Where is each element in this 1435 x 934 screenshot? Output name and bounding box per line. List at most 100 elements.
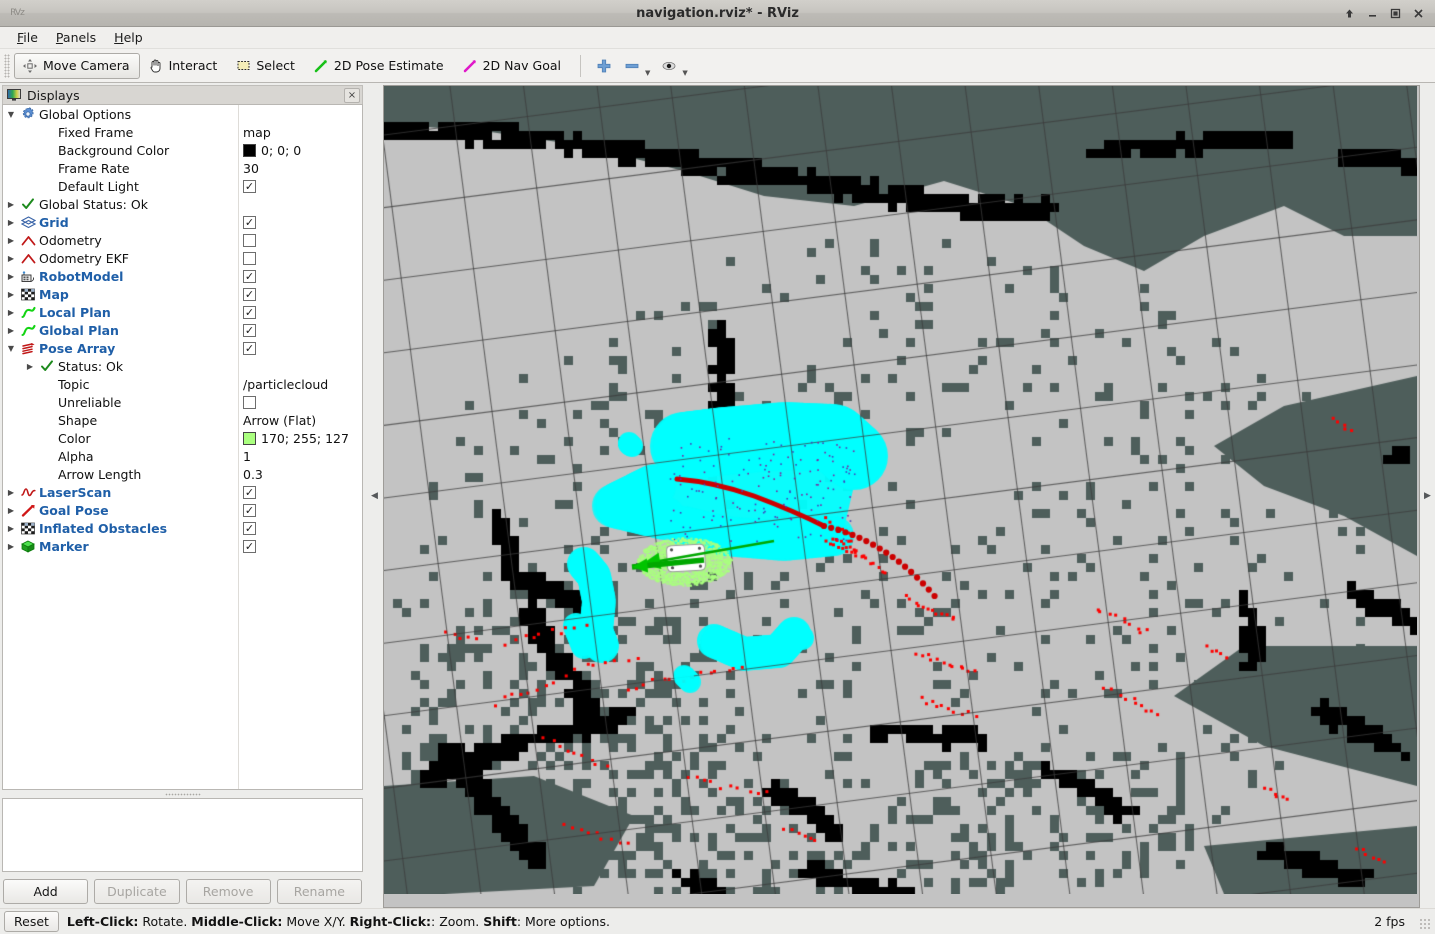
chevron-right-icon[interactable]: ▶	[3, 254, 19, 263]
tree-row-value[interactable]: ✓	[243, 270, 256, 283]
tree-row-value[interactable]: 1	[243, 449, 251, 464]
tool-move-camera[interactable]: Move Camera	[14, 53, 140, 79]
chevron-right-icon[interactable]: ▶	[3, 524, 19, 533]
chevron-right-icon[interactable]: ▶	[3, 488, 19, 497]
tree-row-fixed-frame[interactable]: Fixed Framemap	[3, 123, 362, 141]
color-swatch[interactable]	[243, 144, 256, 157]
color-swatch[interactable]	[243, 432, 256, 445]
tree-row-robotmodel[interactable]: ▶RobotModel✓	[3, 267, 362, 285]
reset-button[interactable]: Reset	[4, 911, 59, 932]
minimize-button[interactable]	[1362, 3, 1383, 23]
tree-row-global-options[interactable]: ▼Global Options	[3, 105, 362, 123]
chevron-right-icon[interactable]: ▶	[3, 236, 19, 245]
tree-row-value[interactable]: 0.3	[243, 467, 263, 482]
tree-row-shape[interactable]: ShapeArrow (Flat)	[3, 411, 362, 429]
visibility-checkbox[interactable]: ✓	[243, 216, 256, 229]
collapse-left-panel-icon[interactable]: ◀	[371, 491, 378, 501]
rename-display-button[interactable]: Rename	[277, 879, 362, 904]
tree-row-value[interactable]: /particlecloud	[243, 377, 328, 392]
remove-tool-button[interactable]: ▼	[618, 53, 655, 79]
tree-row-value[interactable]: ✓	[243, 288, 256, 301]
tree-row-value[interactable]: map	[243, 125, 271, 140]
tool-2d-nav-goal[interactable]: 2D Nav Goal	[454, 53, 571, 79]
chevron-right-icon[interactable]: ▶	[22, 362, 38, 371]
tree-row-value[interactable]: ✓	[243, 486, 256, 499]
tree-row-local-plan[interactable]: ▶Local Plan✓	[3, 303, 362, 321]
tree-row-global-plan[interactable]: ▶Global Plan✓	[3, 321, 362, 339]
tree-row-grid[interactable]: ▶Grid✓	[3, 213, 362, 231]
visibility-checkbox[interactable]: ✓	[243, 522, 256, 535]
visibility-checkbox[interactable]: ✓	[243, 180, 256, 193]
remove-tool-caret-icon[interactable]: ▼	[645, 69, 650, 77]
visibility-checkbox[interactable]	[243, 396, 256, 409]
visibility-checkbox[interactable]	[243, 252, 256, 265]
tree-row-goal-pose[interactable]: ▶Goal Pose✓	[3, 501, 362, 519]
visibility-checkbox[interactable]: ✓	[243, 540, 256, 553]
tree-row-marker[interactable]: ▶Marker✓	[3, 537, 362, 555]
tree-row-pose-array[interactable]: ▼Pose Array✓	[3, 339, 362, 357]
visibility-checkbox[interactable]: ✓	[243, 288, 256, 301]
tree-row-global-status-ok[interactable]: ▶Global Status: Ok	[3, 195, 362, 213]
tool-select[interactable]: Select	[227, 53, 305, 79]
tree-row-value[interactable]: ✓	[243, 180, 256, 193]
tree-row-value[interactable]	[243, 252, 256, 265]
remove-display-button[interactable]: Remove	[186, 879, 271, 904]
tree-row-value[interactable]: 0; 0; 0	[243, 143, 301, 158]
tool-2d-pose-estimate[interactable]: 2D Pose Estimate	[305, 53, 454, 79]
tree-row-color[interactable]: Color170; 255; 127	[3, 429, 362, 447]
menu-file[interactable]: File	[8, 28, 47, 47]
tree-row-value[interactable]: ✓	[243, 342, 256, 355]
tree-row-value[interactable]: ✓	[243, 216, 256, 229]
tree-row-odometry-ekf[interactable]: ▶Odometry EKF	[3, 249, 362, 267]
chevron-right-icon[interactable]: ▶	[3, 326, 19, 335]
tree-row-topic[interactable]: Topic/particlecloud	[3, 375, 362, 393]
rviz-3d-render-view[interactable]	[383, 85, 1420, 908]
tree-row-frame-rate[interactable]: Frame Rate30	[3, 159, 362, 177]
tree-row-alpha[interactable]: Alpha1	[3, 447, 362, 465]
expand-right-panel-icon[interactable]: ▶	[1424, 491, 1431, 501]
displays-panel-close-icon[interactable]: ×	[344, 88, 360, 103]
chevron-right-icon[interactable]: ▶	[3, 200, 19, 209]
chevron-down-icon[interactable]: ▼	[3, 110, 19, 119]
tree-row-arrow-length[interactable]: Arrow Length0.3	[3, 465, 362, 483]
resize-grip[interactable]	[1419, 918, 1432, 931]
tree-row-value[interactable]: ✓	[243, 504, 256, 517]
tree-row-value[interactable]: 170; 255; 127	[243, 431, 349, 446]
tree-row-unreliable[interactable]: Unreliable	[3, 393, 362, 411]
duplicate-display-button[interactable]: Duplicate	[94, 879, 179, 904]
visibility-checkbox[interactable]: ✓	[243, 342, 256, 355]
tree-row-default-light[interactable]: Default Light✓	[3, 177, 362, 195]
displays-tree[interactable]: ▼Global OptionsFixed FramemapBackground …	[2, 104, 363, 790]
dock-splitter[interactable]	[2, 790, 363, 798]
tree-row-inflated-obstacles[interactable]: ▶Inflated Obstacles✓	[3, 519, 362, 537]
focus-tool-button[interactable]: ▼	[655, 53, 692, 79]
toolbar-drag-handle[interactable]	[4, 54, 10, 78]
shade-button[interactable]	[1339, 3, 1360, 23]
visibility-checkbox[interactable]	[243, 234, 256, 247]
chevron-right-icon[interactable]: ▶	[3, 218, 19, 227]
chevron-right-icon[interactable]: ▶	[3, 542, 19, 551]
visibility-checkbox[interactable]: ✓	[243, 270, 256, 283]
tree-row-value[interactable]: ✓	[243, 522, 256, 535]
chevron-right-icon[interactable]: ▶	[3, 290, 19, 299]
tree-row-value[interactable]: 30	[243, 161, 259, 176]
maximize-button[interactable]	[1385, 3, 1406, 23]
tool-interact[interactable]: Interact	[140, 53, 228, 79]
tree-row-map[interactable]: ▶Map✓	[3, 285, 362, 303]
visibility-checkbox[interactable]: ✓	[243, 324, 256, 337]
tree-row-value[interactable]: ✓	[243, 306, 256, 319]
tree-row-laserscan[interactable]: ▶LaserScan✓	[3, 483, 362, 501]
tree-row-background-color[interactable]: Background Color0; 0; 0	[3, 141, 362, 159]
right-panel-splitter[interactable]: ▶	[1420, 83, 1435, 908]
chevron-down-icon[interactable]: ▼	[3, 344, 19, 353]
tree-row-status-ok[interactable]: ▶Status: Ok	[3, 357, 362, 375]
menu-panels[interactable]: Panels	[47, 28, 105, 47]
focus-tool-caret-icon[interactable]: ▼	[682, 69, 687, 77]
chevron-right-icon[interactable]: ▶	[3, 308, 19, 317]
tree-row-odometry[interactable]: ▶Odometry	[3, 231, 362, 249]
visibility-checkbox[interactable]: ✓	[243, 504, 256, 517]
chevron-right-icon[interactable]: ▶	[3, 506, 19, 515]
close-button[interactable]	[1408, 3, 1429, 23]
add-tool-button[interactable]	[590, 53, 618, 79]
menu-help[interactable]: Help	[105, 28, 152, 47]
